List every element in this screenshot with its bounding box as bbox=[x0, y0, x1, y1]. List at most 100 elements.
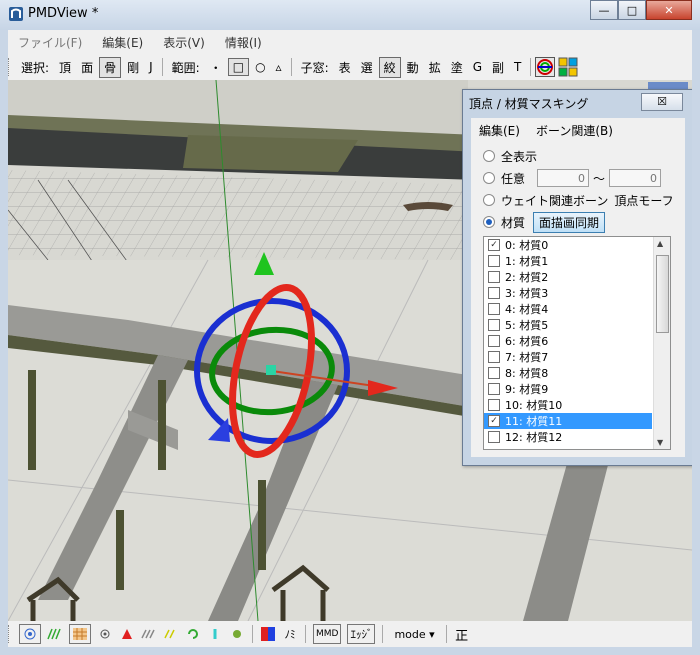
window-filter-button[interactable]: 絞 bbox=[378, 56, 401, 78]
radio-material[interactable] bbox=[483, 216, 495, 228]
mmd-toggle[interactable]: MMD bbox=[313, 624, 342, 644]
select-joint-button[interactable]: J bbox=[145, 59, 157, 75]
material-list-item[interactable]: 2: 材質2 bbox=[484, 269, 652, 285]
material-label: 4: 材質4 bbox=[505, 303, 549, 316]
material-list-item[interactable]: 12: 材質12 bbox=[484, 429, 652, 445]
face-draw-sync-button[interactable]: 面描画同期 bbox=[533, 211, 606, 233]
ni-toggle[interactable]: ﾉﾐ bbox=[282, 625, 298, 643]
material-checkbox[interactable] bbox=[488, 335, 500, 347]
material-checkbox[interactable] bbox=[488, 431, 500, 443]
point-icon[interactable] bbox=[97, 625, 113, 643]
material-list-item[interactable]: 4: 材質4 bbox=[484, 301, 652, 317]
range-triangle-button[interactable]: ▵ bbox=[272, 59, 286, 75]
dialog-menu-bone[interactable]: ボーン関連(B) bbox=[528, 120, 621, 140]
dialog-menu-bar: 編集(E) ボーン関連(B) bbox=[471, 120, 685, 140]
range-from-field[interactable]: 0 bbox=[537, 169, 589, 187]
menu-edit[interactable]: 編集(E) bbox=[92, 34, 153, 51]
rotate-green-icon[interactable] bbox=[185, 625, 201, 643]
material-list-item[interactable]: 10: 材質10 bbox=[484, 397, 652, 413]
wire-gray-icon[interactable] bbox=[141, 625, 157, 643]
material-checkbox[interactable] bbox=[488, 271, 500, 283]
material-list-item[interactable]: 8: 材質8 bbox=[484, 365, 652, 381]
material-list[interactable]: ✓ 0: 材質0 1: 材質1 2: 材質2 3: 材質3 4: 材質4 5: 材質5 6: … bbox=[483, 236, 671, 450]
option-any[interactable]: 任意 0 ～ 0 bbox=[483, 168, 662, 188]
joint-green-icon[interactable] bbox=[229, 625, 245, 643]
toolbar-grip[interactable] bbox=[8, 625, 12, 643]
wire-green-icon[interactable] bbox=[47, 625, 63, 643]
select-vertex-button[interactable]: 頂 bbox=[55, 58, 75, 77]
material-list-item[interactable]: 6: 材質6 bbox=[484, 333, 652, 349]
scroll-down-icon[interactable]: ▼ bbox=[657, 438, 663, 447]
material-list-item[interactable]: 1: 材質1 bbox=[484, 253, 652, 269]
material-list-item[interactable]: 3: 材質3 bbox=[484, 285, 652, 301]
material-list-item[interactable]: 7: 材質7 bbox=[484, 349, 652, 365]
option-material[interactable]: 材質 面描画同期 bbox=[483, 211, 606, 233]
window-paint-button[interactable]: 塗 bbox=[447, 58, 467, 77]
material-checkbox[interactable]: ✓ bbox=[488, 415, 500, 427]
menu-file[interactable]: ファイル(F) bbox=[8, 34, 92, 51]
target-icon[interactable] bbox=[19, 624, 41, 644]
material-label: 10: 材質10 bbox=[505, 399, 563, 412]
material-label: 6: 材質6 bbox=[505, 335, 549, 348]
material-checkbox[interactable] bbox=[488, 399, 500, 411]
menu-view[interactable]: 表示(V) bbox=[153, 34, 215, 51]
range-rect-button[interactable]: □ bbox=[227, 58, 250, 76]
scroll-up-icon[interactable]: ▲ bbox=[657, 239, 663, 248]
material-checkbox[interactable] bbox=[488, 367, 500, 379]
menu-info[interactable]: 情報(I) bbox=[215, 34, 272, 51]
material-checkbox[interactable] bbox=[488, 319, 500, 331]
option-vertex-morph-label[interactable]: 頂点モーフ bbox=[614, 192, 673, 209]
grid-orange-icon[interactable] bbox=[69, 624, 91, 644]
window-scale-button[interactable]: 拡 bbox=[425, 58, 445, 77]
window-table-button[interactable]: 表 bbox=[335, 58, 355, 77]
window-sub-button[interactable]: 副 bbox=[488, 58, 508, 77]
material-checkbox[interactable] bbox=[488, 287, 500, 299]
toolbar-grip[interactable] bbox=[8, 58, 12, 76]
option-weight[interactable]: ウェイト関連ボーン 頂点モーフ bbox=[483, 190, 674, 210]
gizmo-toggle-icon[interactable] bbox=[535, 57, 556, 77]
dialog-menu-edit[interactable]: 編集(E) bbox=[471, 120, 528, 140]
radio-show-all[interactable] bbox=[483, 150, 495, 162]
option-show-all[interactable]: 全表示 bbox=[483, 146, 537, 166]
close-button[interactable]: ✕ bbox=[646, 0, 692, 20]
select-face-button[interactable]: 面 bbox=[77, 58, 97, 77]
radio-any[interactable] bbox=[483, 172, 495, 184]
window-select-button[interactable]: 選 bbox=[357, 58, 377, 77]
option-show-all-label: 全表示 bbox=[501, 149, 538, 164]
material-checkbox[interactable] bbox=[488, 255, 500, 267]
triangle-red-icon[interactable] bbox=[119, 625, 135, 643]
scroll-thumb[interactable] bbox=[656, 255, 669, 333]
quad-view-icon[interactable] bbox=[558, 57, 578, 77]
app-window: PMDView * — □ ✕ ファイル(F) 編集(E) 表示(V) 情報(I… bbox=[0, 0, 700, 655]
maximize-button[interactable]: □ bbox=[618, 0, 646, 20]
minimize-button[interactable]: — bbox=[590, 0, 618, 20]
sei-toggle[interactable]: 正 bbox=[454, 625, 470, 644]
edge-toggle[interactable]: ｴｯｼﾞ bbox=[347, 624, 376, 644]
option-material-label: 材質 bbox=[501, 215, 526, 230]
mode-dropdown[interactable]: mode ▾ bbox=[390, 625, 438, 643]
material-checkbox[interactable] bbox=[488, 351, 500, 363]
3d-viewport[interactable]: 頂点 / 材質マスキング ☒ 編集(E) ボーン関連(B) 全表示 任意 0 ～… bbox=[8, 80, 692, 621]
wire-yellow-icon[interactable] bbox=[163, 625, 179, 643]
dialog-close-button[interactable]: ☒ bbox=[641, 93, 683, 111]
range-circle-button[interactable]: ○ bbox=[251, 59, 269, 75]
material-list-item[interactable]: 9: 材質9 bbox=[484, 381, 652, 397]
material-checkbox[interactable] bbox=[488, 383, 500, 395]
separator bbox=[305, 625, 306, 643]
list-scrollbar[interactable]: ▲ ▼ bbox=[653, 237, 670, 449]
bone-cyan-icon[interactable] bbox=[207, 625, 223, 643]
window-t-button[interactable]: T bbox=[510, 59, 525, 75]
material-list-item[interactable]: ✓ 0: 材質0 bbox=[484, 237, 652, 253]
radio-weight[interactable] bbox=[483, 194, 495, 206]
color-swatch-icon[interactable] bbox=[260, 625, 276, 643]
select-bone-button[interactable]: 骨 bbox=[99, 56, 122, 78]
material-list-item[interactable]: ✓ 11: 材質11 bbox=[484, 413, 652, 429]
material-checkbox[interactable]: ✓ bbox=[488, 239, 500, 251]
range-to-field[interactable]: 0 bbox=[609, 169, 662, 187]
select-rigid-button[interactable]: 剛 bbox=[123, 58, 143, 77]
window-move-button[interactable]: 動 bbox=[403, 58, 423, 77]
range-point-button[interactable]: ・ bbox=[206, 58, 226, 77]
material-list-item[interactable]: 5: 材質5 bbox=[484, 317, 652, 333]
material-checkbox[interactable] bbox=[488, 303, 500, 315]
window-g-button[interactable]: G bbox=[469, 59, 486, 75]
